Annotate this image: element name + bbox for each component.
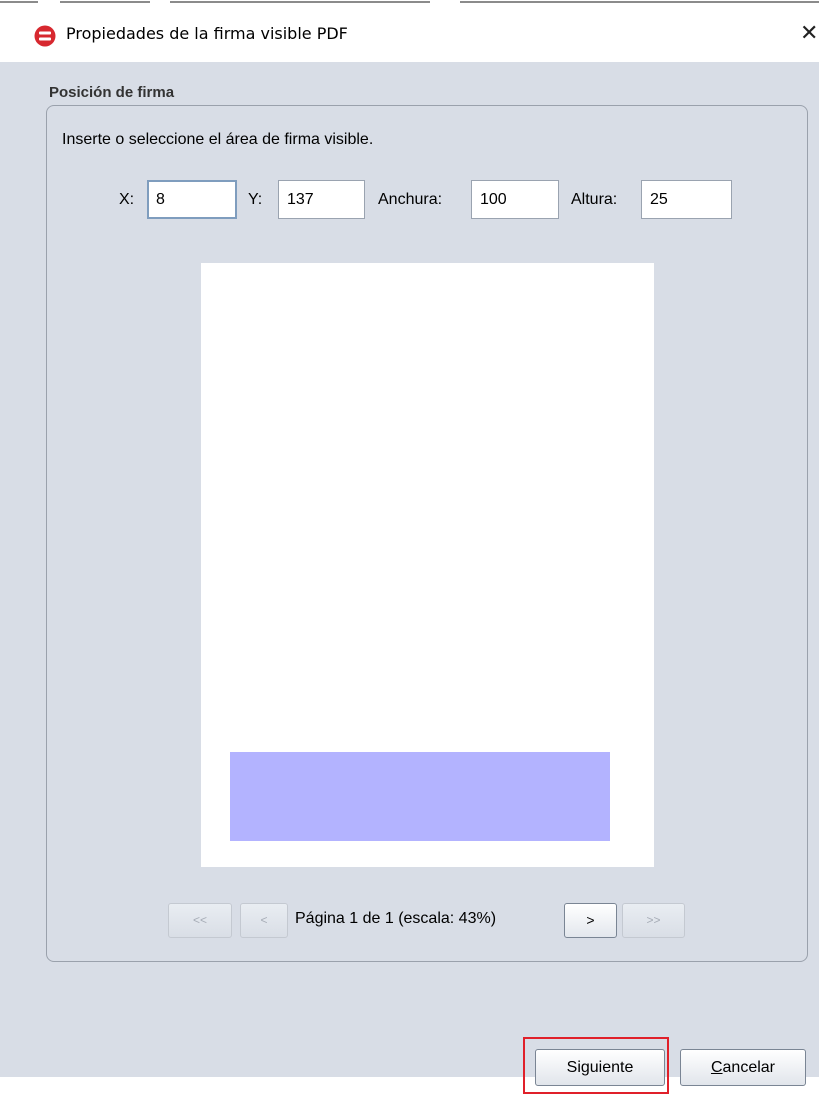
autofirma-app-icon <box>34 25 56 47</box>
next-page-button[interactable]: > <box>564 903 617 938</box>
signature-area[interactable] <box>230 752 610 841</box>
x-input[interactable]: 8 <box>147 180 237 219</box>
cancel-button[interactable]: Cancelar <box>680 1049 806 1086</box>
y-label: Y: <box>248 191 263 208</box>
prev-page-button[interactable]: < <box>240 903 288 938</box>
title-bar: Propiedades de la firma visible PDF ✕ <box>0 0 819 62</box>
window-top-edge <box>0 0 819 8</box>
instruction-text: Inserte o seleccione el área de firma vi… <box>62 131 374 148</box>
height-label: Altura: <box>571 191 618 208</box>
group-title: Posición de firma <box>49 84 179 101</box>
close-icon[interactable]: ✕ <box>800 22 819 48</box>
window-title: Propiedades de la firma visible PDF <box>66 24 348 43</box>
width-label: Anchura: <box>378 191 443 208</box>
height-input[interactable]: 25 <box>641 180 732 219</box>
cancel-mnemonic: C <box>710 1059 723 1076</box>
y-input[interactable]: 137 <box>278 180 365 219</box>
width-input[interactable]: 100 <box>471 180 559 219</box>
cancel-label-rest: ancelar <box>722 1059 776 1076</box>
siguiente-button[interactable]: Siguiente <box>535 1049 665 1086</box>
x-label: X: <box>119 191 135 208</box>
first-page-button[interactable]: << <box>168 903 232 938</box>
page-status-text: Página 1 de 1 (escala: 43%) <box>295 910 497 927</box>
last-page-button[interactable]: >> <box>622 903 685 938</box>
